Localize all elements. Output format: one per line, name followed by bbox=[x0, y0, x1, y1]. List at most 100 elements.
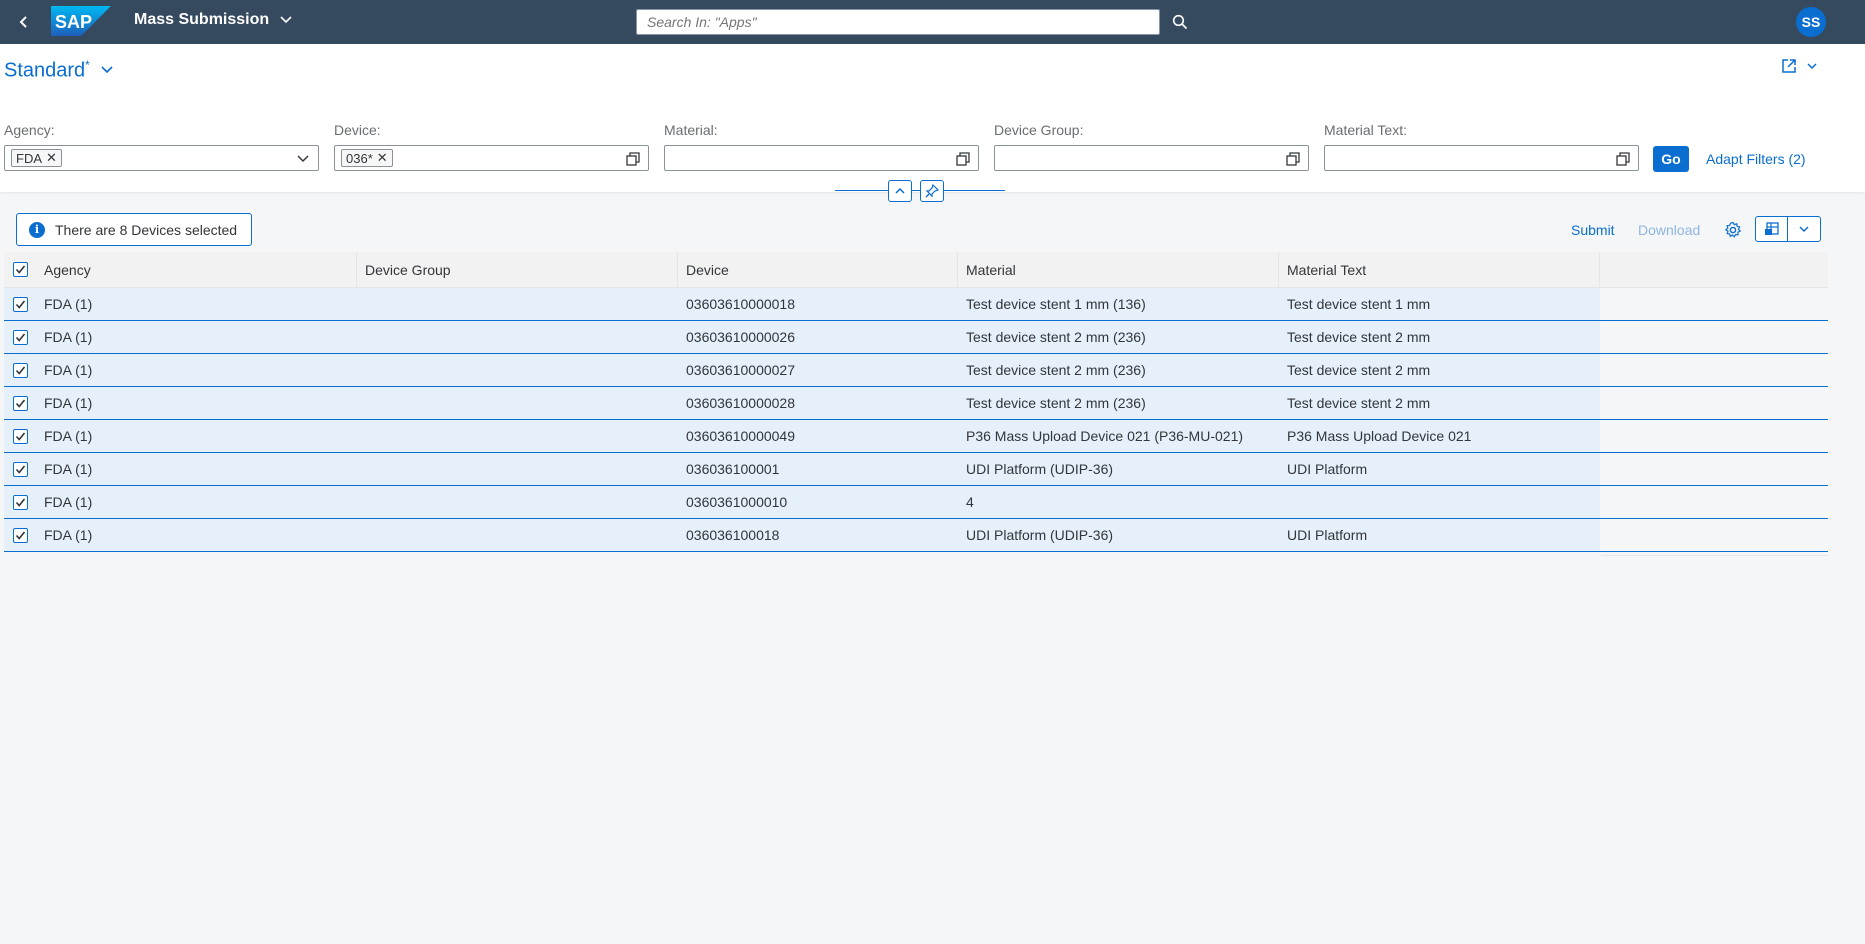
material-value-help-button[interactable] bbox=[954, 150, 972, 168]
filter-material-label: Material: bbox=[664, 122, 718, 138]
row-select-cell bbox=[4, 321, 36, 353]
table-row[interactable]: FDA (1) 03603610000027 Test device stent 2… bbox=[4, 354, 1828, 387]
filter-header: Standard* Agency: FDA ✕ Device: 036* ✕ M… bbox=[0, 44, 1865, 192]
go-button[interactable]: Go bbox=[1653, 146, 1689, 172]
export-menu-button[interactable] bbox=[1788, 217, 1820, 241]
column-header-material-text[interactable]: Material Text bbox=[1279, 252, 1600, 287]
column-header-device[interactable]: Device bbox=[678, 252, 958, 287]
checkbox-checked-icon bbox=[15, 265, 26, 274]
cell-device: 03603610000049 bbox=[678, 420, 958, 452]
filter-material-text: Material Text: bbox=[1324, 122, 1639, 171]
table-row[interactable]: FDA (1) 03603610000018 Test device stent 1… bbox=[4, 288, 1828, 321]
adapt-filters-button[interactable]: Adapt Filters (2) bbox=[1706, 151, 1806, 167]
column-header-device-group[interactable]: Device Group bbox=[357, 252, 678, 287]
back-button[interactable] bbox=[12, 10, 36, 34]
cell-device: 03603610000027 bbox=[678, 354, 958, 386]
material-field[interactable] bbox=[664, 145, 979, 171]
table-row[interactable]: FDA (1) 03603610000026 Test device stent 2… bbox=[4, 321, 1828, 354]
row-checkbox[interactable] bbox=[13, 461, 28, 477]
share-menu-button[interactable] bbox=[1780, 57, 1818, 75]
row-filler bbox=[1600, 387, 1826, 419]
cell-material-text: UDI Platform bbox=[1279, 453, 1600, 485]
chevron-down-icon bbox=[101, 66, 113, 74]
collapse-header-button[interactable] bbox=[888, 180, 912, 202]
cell-agency: FDA (1) bbox=[36, 519, 357, 551]
cell-material: Test device stent 1 mm (136) bbox=[958, 288, 1279, 320]
row-filler bbox=[1600, 519, 1826, 551]
cell-agency: FDA (1) bbox=[36, 486, 357, 518]
filter-device-group-label: Device Group: bbox=[994, 122, 1084, 138]
agency-dropdown-button[interactable] bbox=[294, 150, 312, 168]
column-header-agency[interactable]: Agency bbox=[36, 252, 357, 287]
device-group-value-help-button[interactable] bbox=[1284, 150, 1302, 168]
material-text-value-help-button[interactable] bbox=[1614, 150, 1632, 168]
cell-device: 036036100018 bbox=[678, 519, 958, 551]
share-icon bbox=[1782, 59, 1796, 73]
app-title-menu[interactable]: Mass Submission bbox=[134, 11, 293, 29]
agency-field[interactable]: FDA ✕ bbox=[4, 145, 319, 171]
value-help-icon bbox=[1616, 152, 1630, 166]
row-checkbox[interactable] bbox=[13, 395, 28, 411]
table-row[interactable]: FDA (1) 0360361000010 4 bbox=[4, 486, 1828, 519]
pin-header-button[interactable] bbox=[920, 180, 944, 202]
submit-button[interactable]: Submit bbox=[1571, 222, 1615, 238]
export-button-group bbox=[1755, 216, 1821, 242]
cell-material-text: Test device stent 2 mm bbox=[1279, 321, 1600, 353]
selection-message: i There are 8 Devices selected bbox=[16, 213, 252, 246]
cell-material: Test device stent 2 mm (236) bbox=[958, 321, 1279, 353]
shell-bar: SAP Mass Submission SS bbox=[0, 0, 1865, 44]
device-token[interactable]: 036* ✕ bbox=[341, 149, 393, 167]
sap-logo[interactable]: SAP bbox=[51, 6, 111, 36]
agency-token[interactable]: FDA ✕ bbox=[11, 149, 62, 167]
devices-table: Agency Device Group Device Material Mate… bbox=[4, 252, 1828, 552]
table-row[interactable]: FDA (1) 03603610000049 P36 Mass Upload Dev… bbox=[4, 420, 1828, 453]
cell-device-group bbox=[357, 288, 678, 320]
column-header-material[interactable]: Material bbox=[958, 252, 1279, 287]
cell-device-group bbox=[357, 453, 678, 485]
device-value-help-button[interactable] bbox=[624, 150, 642, 168]
row-checkbox[interactable] bbox=[13, 329, 28, 345]
device-field[interactable]: 036* ✕ bbox=[334, 145, 649, 171]
cell-material-text: Test device stent 1 mm bbox=[1279, 288, 1600, 320]
download-button[interactable]: Download bbox=[1638, 222, 1700, 238]
cell-device-group bbox=[357, 420, 678, 452]
device-group-field[interactable] bbox=[994, 145, 1309, 171]
row-checkbox[interactable] bbox=[13, 428, 28, 444]
filter-material: Material: bbox=[664, 122, 979, 171]
export-button[interactable] bbox=[1756, 217, 1788, 241]
avatar[interactable]: SS bbox=[1796, 7, 1826, 37]
variant-selector[interactable]: Standard* bbox=[4, 58, 114, 83]
material-text-field[interactable] bbox=[1324, 145, 1639, 171]
search-input[interactable] bbox=[636, 9, 1160, 35]
cell-material-text: Test device stent 2 mm bbox=[1279, 387, 1600, 419]
row-filler bbox=[1600, 486, 1826, 518]
table-row[interactable]: FDA (1) 036036100001 UDI Platform (UDIP-36… bbox=[4, 453, 1828, 486]
token-remove-icon[interactable]: ✕ bbox=[377, 150, 388, 166]
table-row[interactable]: FDA (1) 036036100018 UDI Platform (UDIP-36… bbox=[4, 519, 1828, 552]
row-checkbox[interactable] bbox=[13, 527, 28, 543]
row-select-cell bbox=[4, 420, 36, 452]
info-icon: i bbox=[29, 221, 45, 238]
row-checkbox[interactable] bbox=[13, 296, 28, 312]
search-button[interactable] bbox=[1168, 10, 1192, 34]
checkbox-checked-icon bbox=[15, 497, 26, 507]
value-help-icon bbox=[956, 152, 970, 166]
table-row[interactable]: FDA (1) 03603610000028 Test device stent 2… bbox=[4, 387, 1828, 420]
cell-material-text: UDI Platform bbox=[1279, 519, 1600, 551]
cell-device: 03603610000028 bbox=[678, 387, 958, 419]
select-all-checkbox[interactable] bbox=[13, 262, 28, 277]
token-remove-icon[interactable]: ✕ bbox=[46, 150, 57, 166]
search-icon bbox=[1172, 14, 1188, 30]
table-settings-button[interactable] bbox=[1722, 219, 1744, 241]
cell-agency: FDA (1) bbox=[36, 420, 357, 452]
row-checkbox[interactable] bbox=[13, 494, 28, 510]
checkbox-checked-icon bbox=[15, 398, 26, 408]
row-select-cell bbox=[4, 288, 36, 320]
row-checkbox[interactable] bbox=[13, 362, 28, 378]
gear-icon bbox=[1724, 221, 1742, 238]
table-end-divider bbox=[1601, 555, 1828, 556]
cell-device: 0360361000010 bbox=[678, 486, 958, 518]
export-icon bbox=[1764, 222, 1779, 235]
row-select-cell bbox=[4, 354, 36, 386]
checkbox-checked-icon bbox=[15, 431, 26, 441]
